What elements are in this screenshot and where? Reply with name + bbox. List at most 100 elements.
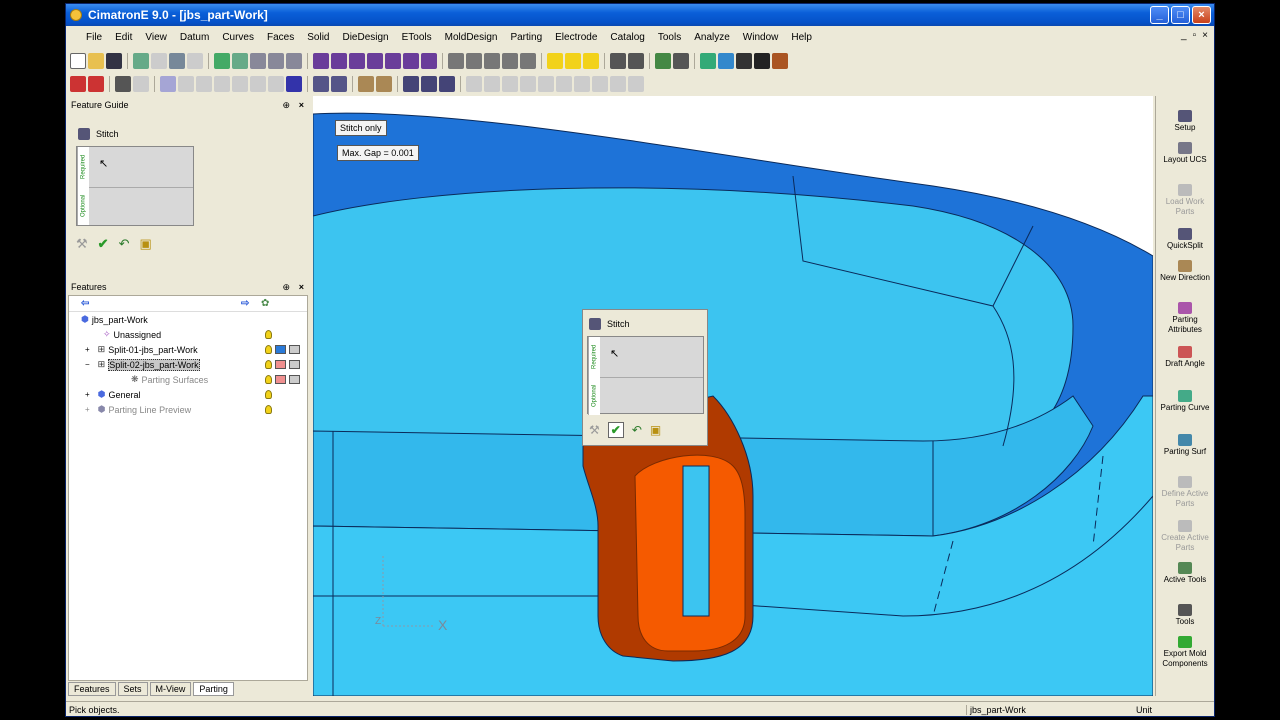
- required-tab[interactable]: Required: [588, 337, 600, 377]
- view-front-icon[interactable]: [349, 53, 365, 69]
- color-icon[interactable]: [718, 53, 734, 69]
- pick-cursor-icon[interactable]: ↖: [610, 347, 619, 360]
- sketch-spline-icon[interactable]: [520, 76, 536, 92]
- color-swatch[interactable]: [275, 360, 286, 369]
- cut-icon[interactable]: [88, 76, 104, 92]
- line-width-icon[interactable]: [754, 53, 770, 69]
- hide-icon[interactable]: [565, 53, 581, 69]
- set-tool-2-icon[interactable]: [178, 76, 194, 92]
- draft-angle-button[interactable]: Draft Angle: [1156, 346, 1214, 369]
- view-top-icon[interactable]: [331, 53, 347, 69]
- max-gap-label[interactable]: Max. Gap = 0.001: [337, 145, 419, 161]
- preview-icon[interactable]: ⚒: [76, 236, 88, 252]
- curve-tool-icon[interactable]: [358, 76, 374, 92]
- new-file-icon[interactable]: [70, 53, 86, 69]
- zoom-all-icon[interactable]: [214, 53, 230, 69]
- menu-help[interactable]: Help: [785, 32, 819, 43]
- parting-curve-button[interactable]: Parting Curve: [1156, 390, 1214, 413]
- color-swatch[interactable]: [275, 375, 286, 384]
- measure-icon[interactable]: [673, 53, 689, 69]
- visibility-bulb-icon[interactable]: [265, 390, 272, 399]
- close-panel-icon[interactable]: ×: [299, 282, 304, 292]
- visibility-bulb-icon[interactable]: [265, 375, 272, 384]
- sketch-constraint-icon[interactable]: [628, 76, 644, 92]
- open-file-icon[interactable]: [88, 53, 104, 69]
- visibility-bulb-icon[interactable]: [265, 330, 272, 339]
- sketch-fillet-icon[interactable]: [556, 76, 572, 92]
- mdi-close-button[interactable]: ×: [1202, 30, 1208, 41]
- glasses-icon[interactable]: [169, 53, 185, 69]
- menu-window[interactable]: Window: [737, 32, 786, 43]
- menu-diedesign[interactable]: DieDesign: [336, 32, 395, 43]
- menu-molddesign[interactable]: MoldDesign: [439, 32, 505, 43]
- sketch-circle-icon[interactable]: [502, 76, 518, 92]
- minimize-button[interactable]: _: [1150, 6, 1169, 24]
- menu-etools[interactable]: ETools: [396, 32, 439, 43]
- color-swatch[interactable]: [275, 345, 286, 354]
- pick-mode-icon[interactable]: [628, 53, 644, 69]
- menu-faces[interactable]: Faces: [261, 32, 301, 43]
- layers-icon[interactable]: [700, 53, 716, 69]
- active-tools-button[interactable]: Active Tools: [1156, 562, 1214, 585]
- show-icon[interactable]: [547, 53, 563, 69]
- graphics-viewport[interactable]: X Z Stitch only Max. Gap = 0.001: [313, 96, 1153, 696]
- set-tool-7-icon[interactable]: [268, 76, 284, 92]
- select-icon[interactable]: [115, 76, 131, 92]
- menu-catalog[interactable]: Catalog: [604, 32, 651, 43]
- grid-icon[interactable]: [655, 53, 671, 69]
- tab-parting[interactable]: Parting: [193, 682, 234, 696]
- tree-row-root[interactable]: ⬢ jbs_part-Work: [69, 312, 307, 327]
- parting-attributes-button[interactable]: Parting Attributes: [1156, 302, 1214, 335]
- sketch-line-icon[interactable]: [466, 76, 482, 92]
- view-right-icon[interactable]: [367, 53, 383, 69]
- back-arrow-icon[interactable]: ⇦: [81, 298, 89, 309]
- apply-check-icon[interactable]: ✔: [607, 422, 624, 438]
- expand-icon[interactable]: +: [85, 345, 90, 354]
- sketch-dim-icon[interactable]: [610, 76, 626, 92]
- pan-icon[interactable]: [268, 53, 284, 69]
- menu-solid[interactable]: Solid: [301, 32, 336, 43]
- layout-ucs-button[interactable]: Layout UCS: [1156, 142, 1214, 165]
- new-direction-button[interactable]: New Direction: [1156, 260, 1214, 283]
- close-panel-icon[interactable]: ×: [299, 100, 304, 110]
- sketch-trim-icon[interactable]: [538, 76, 554, 92]
- load-work-parts-button[interactable]: Load Work Parts: [1156, 184, 1214, 217]
- optional-tab[interactable]: Optional: [77, 187, 89, 225]
- tab-m-view[interactable]: M-View: [149, 682, 192, 696]
- apply-continue-icon[interactable]: ↶: [119, 236, 130, 252]
- tree-row-parting-line-preview[interactable]: + ⬢ Parting Line Preview: [69, 402, 307, 417]
- tree-row-split-01[interactable]: + ⊞ Split-01-jbs_part-Work: [69, 342, 307, 357]
- define-active-parts-button[interactable]: Define Active Parts: [1156, 476, 1214, 509]
- menu-tools[interactable]: Tools: [652, 32, 688, 43]
- required-tab[interactable]: Required: [77, 147, 89, 187]
- tree-row-split-02[interactable]: − ⊞ Split-02-jbs_part-Work: [69, 357, 307, 372]
- close-button[interactable]: ×: [1192, 6, 1211, 24]
- parting-tool-icon[interactable]: [403, 76, 419, 92]
- zoom-box-icon[interactable]: [232, 53, 248, 69]
- menu-electrode[interactable]: Electrode: [549, 32, 604, 43]
- forward-arrow-icon[interactable]: ⇨: [241, 298, 249, 309]
- select-filter-icon[interactable]: [133, 76, 149, 92]
- apply-continue-icon[interactable]: ↶: [632, 423, 642, 437]
- shaded-icon[interactable]: [484, 53, 500, 69]
- parting-surf-button[interactable]: Parting Surf: [1156, 434, 1214, 457]
- save-icon[interactable]: [106, 53, 122, 69]
- set-tool-4-icon[interactable]: [214, 76, 230, 92]
- hammer-icon[interactable]: [313, 76, 329, 92]
- view-back-icon[interactable]: [403, 53, 419, 69]
- set-tool-5-icon[interactable]: [232, 76, 248, 92]
- menu-curves[interactable]: Curves: [216, 32, 261, 43]
- expand-icon[interactable]: +: [85, 390, 90, 399]
- exit-icon[interactable]: ▣: [139, 236, 151, 252]
- export-mold-components-button[interactable]: Export Mold Components: [1156, 636, 1214, 669]
- status-units[interactable]: Unit: [1136, 705, 1152, 715]
- filter-icon[interactable]: [610, 53, 626, 69]
- mdi-restore-button[interactable]: ▫: [1193, 30, 1197, 41]
- menu-file[interactable]: File: [80, 32, 109, 43]
- menu-analyze[interactable]: Analyze: [688, 32, 737, 43]
- menu-datum[interactable]: Datum: [174, 32, 216, 43]
- tools-button[interactable]: Tools: [1156, 604, 1214, 627]
- display-options-icon[interactable]: [520, 53, 536, 69]
- parting-tool-2-icon[interactable]: [421, 76, 437, 92]
- display-mode-icon[interactable]: [289, 345, 300, 354]
